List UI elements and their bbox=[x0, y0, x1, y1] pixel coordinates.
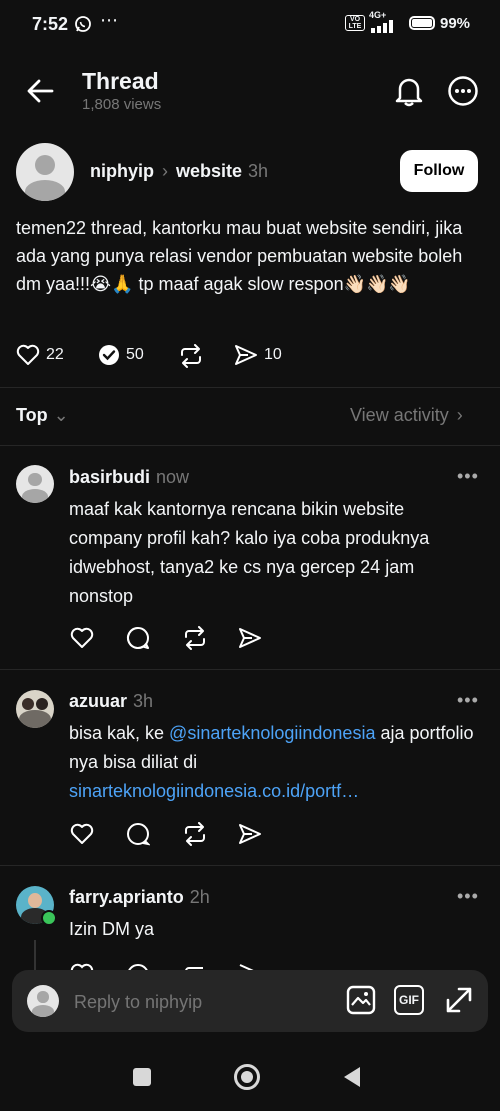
view-activity-label: View activity bbox=[350, 405, 449, 425]
signal-icon: 4G+ bbox=[369, 10, 399, 33]
heart-icon[interactable] bbox=[70, 823, 94, 845]
back-arrow-icon[interactable] bbox=[26, 78, 54, 104]
sort-dropdown[interactable]: Top ⌄ bbox=[16, 405, 69, 426]
author-avatar[interactable] bbox=[16, 143, 74, 201]
divider bbox=[0, 865, 500, 866]
reply-text-prefix: bisa kak, ke bbox=[69, 723, 170, 743]
send-icon bbox=[234, 344, 258, 366]
reply-body: bisa kak, ke @sinarteknologiindonesia aj… bbox=[69, 719, 479, 806]
repost-count: 50 bbox=[126, 346, 144, 363]
like-action[interactable]: 22 bbox=[16, 344, 64, 366]
reply-more-icon[interactable]: ••• bbox=[457, 886, 479, 907]
post-body: temen22 thread, kantorku mau buat websit… bbox=[16, 218, 463, 294]
reply-avatar[interactable] bbox=[16, 465, 54, 503]
composer-avatar bbox=[27, 985, 59, 1017]
divider bbox=[0, 669, 500, 670]
reply-meta: basirbudi now bbox=[69, 467, 189, 488]
reply-more-icon[interactable]: ••• bbox=[457, 690, 479, 711]
chevron-right-icon: › bbox=[456, 405, 463, 425]
online-status-dot bbox=[41, 910, 57, 926]
comment-icon[interactable] bbox=[126, 822, 150, 846]
reply-author[interactable]: farry.aprianto bbox=[69, 887, 184, 908]
system-nav-bar bbox=[0, 1040, 500, 1111]
divider bbox=[0, 445, 500, 446]
divider bbox=[0, 387, 500, 388]
battery-level: 99% bbox=[440, 14, 471, 32]
status-bar: 7:52 ⋯ VO LTE 4G+ 99% bbox=[0, 0, 500, 48]
reply-meta: farry.aprianto 2h bbox=[69, 887, 210, 908]
heart-icon bbox=[16, 344, 40, 366]
reply-author[interactable]: azuuar bbox=[69, 691, 127, 712]
home-button[interactable] bbox=[234, 1064, 260, 1090]
recent-apps-button[interactable] bbox=[133, 1068, 151, 1086]
like-count: 22 bbox=[46, 346, 64, 363]
more-options-icon[interactable] bbox=[447, 75, 479, 107]
post-time: 3h bbox=[248, 161, 269, 181]
reply-composer[interactable]: GIF bbox=[12, 970, 488, 1032]
reply-time: now bbox=[156, 467, 190, 487]
share-count: 10 bbox=[264, 346, 282, 363]
repost-icon[interactable] bbox=[182, 626, 208, 650]
comment-icon[interactable] bbox=[126, 626, 150, 650]
view-activity-link[interactable]: View activity › bbox=[350, 405, 463, 426]
reply-avatar-photo[interactable] bbox=[16, 690, 54, 728]
url-link[interactable]: sinarteknologiindonesia.co.id/portf… bbox=[69, 781, 359, 801]
status-right: VO LTE 4G+ 99% bbox=[345, 10, 471, 33]
expand-icon[interactable] bbox=[444, 985, 474, 1015]
heart-icon[interactable] bbox=[70, 627, 94, 649]
follow-button[interactable]: Follow bbox=[400, 150, 478, 192]
gif-button[interactable]: GIF bbox=[394, 985, 424, 1015]
battery-icon bbox=[409, 16, 435, 30]
volte-icon: VO LTE bbox=[345, 15, 365, 31]
share-action[interactable]: 10 bbox=[234, 344, 282, 366]
network-label: 4G+ bbox=[369, 10, 387, 20]
view-count: 1,808 views bbox=[82, 96, 162, 113]
page-title: Thread bbox=[82, 68, 159, 94]
thread-line bbox=[34, 940, 36, 970]
back-button[interactable] bbox=[342, 1066, 362, 1088]
repost-icon[interactable] bbox=[182, 822, 208, 846]
image-icon[interactable] bbox=[346, 985, 376, 1015]
reply-body: maaf kak kantornya rencana bikin website… bbox=[69, 499, 430, 606]
status-time: 7:52 bbox=[32, 14, 69, 34]
repost-action[interactable]: 50 bbox=[98, 344, 144, 366]
bell-icon[interactable] bbox=[394, 75, 424, 107]
community-name[interactable]: website bbox=[176, 161, 242, 182]
repost-icon[interactable] bbox=[178, 344, 204, 368]
send-icon[interactable] bbox=[238, 823, 262, 845]
whatsapp-icon bbox=[74, 15, 92, 33]
reply-time: 2h bbox=[189, 887, 210, 907]
author-name[interactable]: niphyip bbox=[90, 161, 154, 182]
verified-check-icon bbox=[98, 344, 120, 366]
more-notifications-icon: ⋯ bbox=[100, 10, 118, 30]
reply-input[interactable] bbox=[72, 986, 326, 1018]
chevron-right-icon: › bbox=[162, 161, 168, 181]
chevron-down-icon: ⌄ bbox=[53, 405, 69, 425]
reply-more-icon[interactable]: ••• bbox=[457, 466, 479, 487]
reply-time: 3h bbox=[133, 691, 154, 711]
mention-link[interactable]: @sinarteknologiindonesia bbox=[169, 723, 375, 743]
sort-label: Top bbox=[16, 405, 48, 425]
send-icon[interactable] bbox=[238, 627, 262, 649]
reply-author[interactable]: basirbudi bbox=[69, 467, 150, 488]
post-meta: niphyip › website 3h bbox=[90, 161, 268, 182]
reply-body: Izin DM ya bbox=[69, 919, 155, 939]
reply-meta: azuuar 3h bbox=[69, 691, 153, 712]
